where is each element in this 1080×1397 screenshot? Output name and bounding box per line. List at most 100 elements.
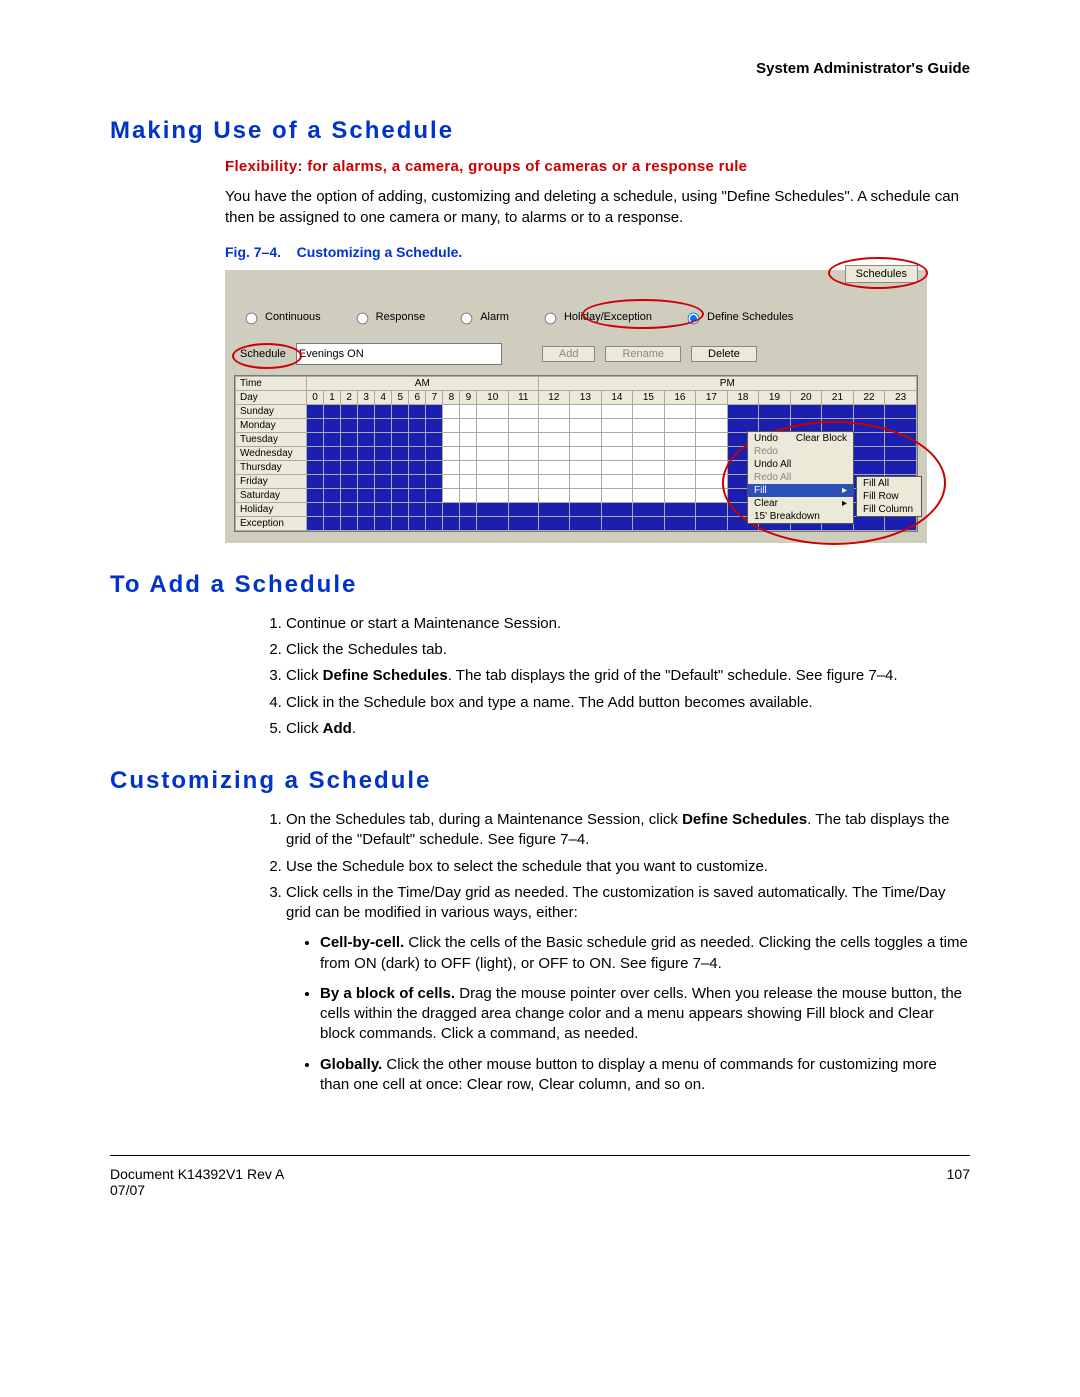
grid-cell[interactable] xyxy=(392,502,409,516)
grid-cell[interactable] xyxy=(375,474,392,488)
grid-cell[interactable] xyxy=(601,446,633,460)
grid-cell[interactable] xyxy=(392,460,409,474)
grid-cell[interactable] xyxy=(324,474,341,488)
grid-cell[interactable] xyxy=(538,418,570,432)
grid-cell[interactable] xyxy=(426,474,443,488)
grid-cell[interactable] xyxy=(392,474,409,488)
grid-cell[interactable] xyxy=(307,460,324,474)
grid-cell[interactable] xyxy=(324,418,341,432)
grid-cell[interactable] xyxy=(885,516,917,530)
grid-cell[interactable] xyxy=(696,502,728,516)
grid-cell[interactable] xyxy=(307,474,324,488)
grid-cell[interactable] xyxy=(633,460,665,474)
grid-cell[interactable] xyxy=(443,404,460,418)
grid-cell[interactable] xyxy=(375,418,392,432)
grid-cell[interactable] xyxy=(443,446,460,460)
grid-cell[interactable] xyxy=(392,446,409,460)
grid-cell[interactable] xyxy=(426,460,443,474)
grid-cell[interactable] xyxy=(341,488,358,502)
grid-cell[interactable] xyxy=(538,516,570,530)
grid-cell[interactable] xyxy=(633,404,665,418)
grid-cell[interactable] xyxy=(664,446,696,460)
grid-cell[interactable] xyxy=(409,460,426,474)
grid-cell[interactable] xyxy=(696,446,728,460)
grid-cell[interactable] xyxy=(358,502,375,516)
grid-cell[interactable] xyxy=(696,488,728,502)
grid-cell[interactable] xyxy=(570,488,602,502)
grid-cell[interactable] xyxy=(409,432,426,446)
schedules-tab[interactable]: Schedules xyxy=(845,265,918,283)
ctx-fill[interactable]: Fill▸ xyxy=(748,484,853,497)
grid-cell[interactable] xyxy=(307,488,324,502)
grid-cell[interactable] xyxy=(508,516,538,530)
grid-cell[interactable] xyxy=(570,432,602,446)
grid-cell[interactable] xyxy=(853,516,885,530)
grid-cell[interactable] xyxy=(853,460,885,474)
grid-cell[interactable] xyxy=(853,404,885,418)
grid-cell[interactable] xyxy=(324,432,341,446)
grid-cell[interactable] xyxy=(358,418,375,432)
grid-cell[interactable] xyxy=(508,460,538,474)
grid-cell[interactable] xyxy=(443,488,460,502)
ctx-undo-all[interactable]: Undo All xyxy=(748,458,853,471)
ctx-undo[interactable]: UndoClear Block xyxy=(748,432,853,445)
grid-cell[interactable] xyxy=(508,446,538,460)
grid-cell[interactable] xyxy=(358,516,375,530)
grid-cell[interactable] xyxy=(477,474,509,488)
grid-cell[interactable] xyxy=(409,474,426,488)
grid-cell[interactable] xyxy=(358,404,375,418)
grid-cell[interactable] xyxy=(460,488,477,502)
grid-cell[interactable] xyxy=(443,502,460,516)
grid-cell[interactable] xyxy=(696,432,728,446)
grid-cell[interactable] xyxy=(426,404,443,418)
grid-cell[interactable] xyxy=(375,460,392,474)
grid-cell[interactable] xyxy=(696,460,728,474)
grid-cell[interactable] xyxy=(460,418,477,432)
grid-cell[interactable] xyxy=(508,404,538,418)
grid-cell[interactable] xyxy=(570,404,602,418)
grid-cell[interactable] xyxy=(324,446,341,460)
grid-cell[interactable] xyxy=(460,404,477,418)
grid-cell[interactable] xyxy=(477,502,509,516)
grid-cell[interactable] xyxy=(601,404,633,418)
grid-cell[interactable] xyxy=(392,516,409,530)
grid-cell[interactable] xyxy=(358,488,375,502)
grid-cell[interactable] xyxy=(375,446,392,460)
grid-cell[interactable] xyxy=(460,460,477,474)
grid-cell[interactable] xyxy=(633,432,665,446)
grid-cell[interactable] xyxy=(341,446,358,460)
grid-cell[interactable] xyxy=(508,474,538,488)
grid-cell[interactable] xyxy=(460,432,477,446)
context-menu[interactable]: UndoClear Block Redo Undo All Redo All F… xyxy=(747,431,854,524)
grid-cell[interactable] xyxy=(426,488,443,502)
grid-cell[interactable] xyxy=(696,404,728,418)
grid-cell[interactable] xyxy=(307,516,324,530)
grid-cell[interactable] xyxy=(307,446,324,460)
grid-cell[interactable] xyxy=(307,418,324,432)
grid-cell[interactable] xyxy=(570,502,602,516)
radio-holiday[interactable]: Holiday/Exception xyxy=(539,309,652,325)
grid-cell[interactable] xyxy=(341,474,358,488)
grid-cell[interactable] xyxy=(601,516,633,530)
grid-cell[interactable] xyxy=(885,404,917,418)
grid-cell[interactable] xyxy=(822,404,854,418)
grid-cell[interactable] xyxy=(477,488,509,502)
radio-response[interactable]: Response xyxy=(351,309,426,325)
grid-cell[interactable] xyxy=(538,474,570,488)
grid-cell[interactable] xyxy=(392,418,409,432)
grid-cell[interactable] xyxy=(443,516,460,530)
grid-cell[interactable] xyxy=(324,502,341,516)
grid-cell[interactable] xyxy=(426,432,443,446)
rename-button[interactable]: Rename xyxy=(605,346,681,362)
grid-cell[interactable] xyxy=(392,404,409,418)
radio-define-schedules[interactable]: Define Schedules xyxy=(682,309,793,325)
grid-cell[interactable] xyxy=(633,474,665,488)
ctx-breakdown[interactable]: 15' Breakdown xyxy=(748,510,853,523)
grid-cell[interactable] xyxy=(460,474,477,488)
grid-cell[interactable] xyxy=(341,418,358,432)
grid-cell[interactable] xyxy=(601,418,633,432)
grid-cell[interactable] xyxy=(570,474,602,488)
grid-cell[interactable] xyxy=(358,474,375,488)
grid-cell[interactable] xyxy=(727,404,759,418)
grid-cell[interactable] xyxy=(696,418,728,432)
